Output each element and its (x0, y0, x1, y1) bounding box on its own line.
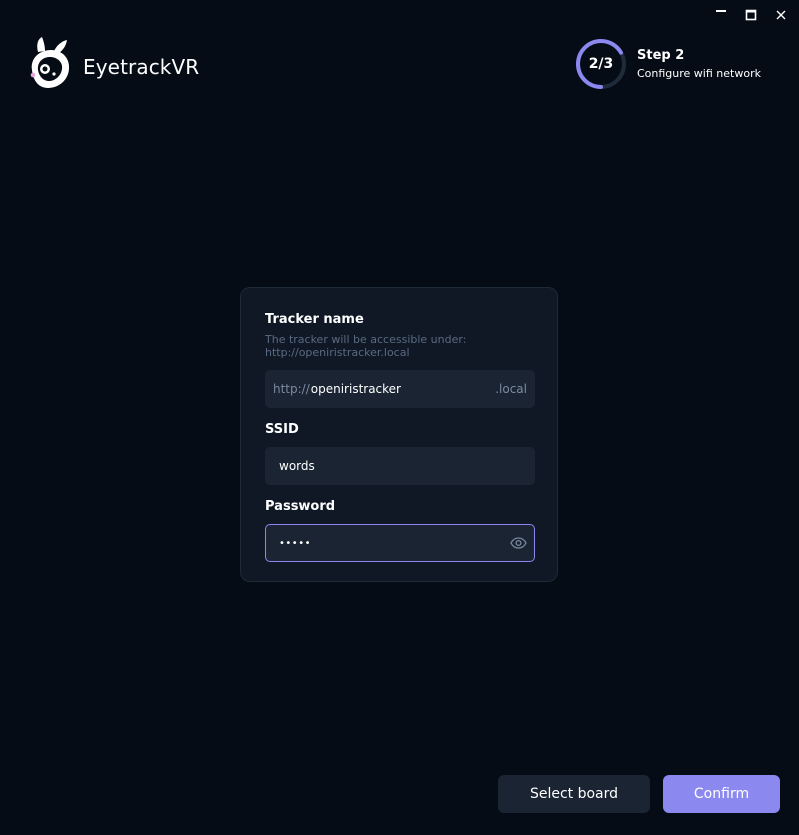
tracker-name-hint: The tracker will be accessible under: ht… (265, 333, 467, 359)
eye-icon (509, 537, 527, 549)
password-label: Password (265, 499, 336, 514)
step-progress-ring: 2/3 (575, 38, 627, 90)
step-indicator: 2/3 Step 2 Configure wifi network (575, 38, 761, 90)
close-button[interactable] (773, 7, 789, 23)
ssid-input[interactable]: words (265, 447, 535, 485)
wifi-config-card: Tracker name The tracker will be accessi… (240, 287, 558, 582)
step-subtitle: Configure wifi network (637, 67, 761, 80)
tracker-name-input[interactable]: http:// openiristracker .local (265, 370, 535, 408)
tracker-name-value: openiristracker (310, 382, 401, 396)
tracker-name-label: Tracker name (265, 312, 364, 327)
app-window: EyetrackVR 2/3 Step 2 Configure wifi net… (0, 0, 799, 835)
tracker-name-prefix: http:// (273, 382, 310, 396)
app-name: EyetrackVR (83, 55, 200, 79)
select-board-button[interactable]: Select board (498, 775, 650, 813)
window-controls (713, 7, 789, 23)
password-value: ••••• (279, 537, 311, 549)
maximize-icon (745, 9, 757, 21)
tracker-name-suffix: .local (495, 382, 527, 396)
ssid-value: words (279, 459, 315, 473)
ssid-label: SSID (265, 422, 299, 437)
confirm-button[interactable]: Confirm (663, 775, 780, 813)
step-text: Step 2 Configure wifi network (637, 48, 761, 80)
step-count: 2/3 (588, 56, 614, 72)
show-password-toggle[interactable] (509, 534, 527, 552)
minimize-icon (716, 10, 726, 12)
password-input[interactable]: ••••• (265, 524, 535, 562)
step-title: Step 2 (637, 48, 685, 63)
maximize-button[interactable] (743, 7, 759, 23)
close-icon (776, 10, 786, 20)
app-logo: EyetrackVR (24, 36, 199, 92)
eyetrackvr-logo-icon (30, 37, 70, 88)
minimize-button[interactable] (713, 7, 729, 23)
